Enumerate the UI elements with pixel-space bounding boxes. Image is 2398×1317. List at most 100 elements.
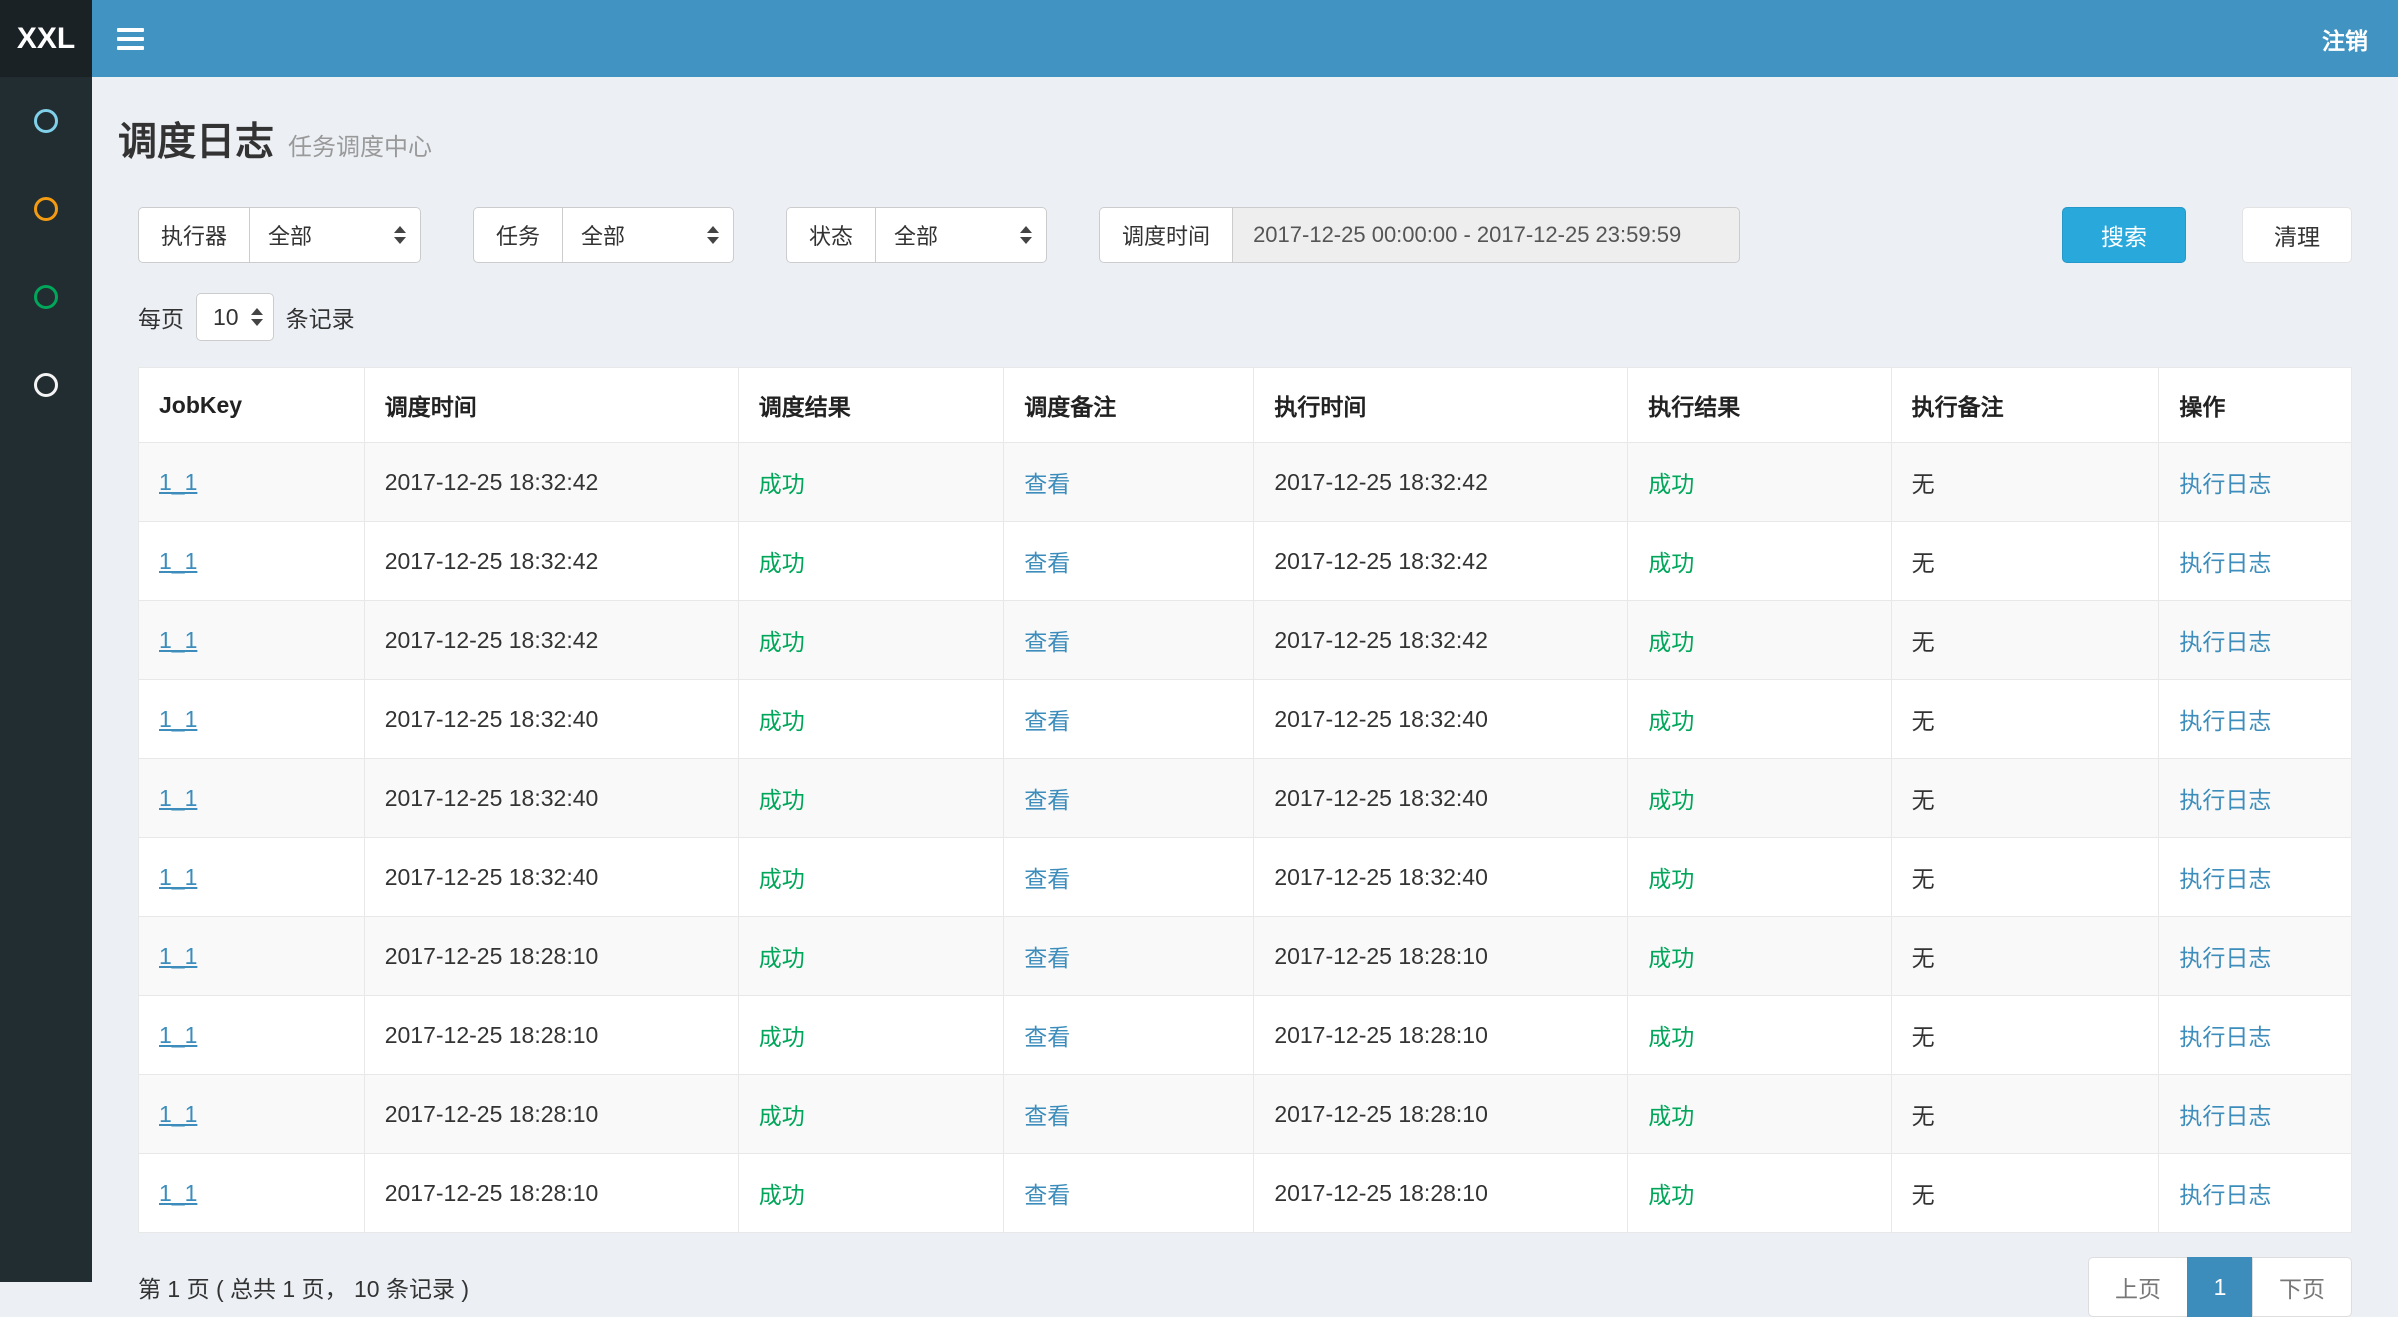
- trigger-msg-link[interactable]: 查看: [1024, 629, 1070, 655]
- next-page-button[interactable]: 下页: [2252, 1257, 2352, 1317]
- status-filter-select[interactable]: 全部: [875, 207, 1047, 263]
- sidebar-toggle-icon[interactable]: [92, 0, 168, 77]
- trigger-result-cell: 成功: [738, 522, 1004, 601]
- jobkey-link[interactable]: 1_1: [159, 469, 197, 495]
- handle-time-cell: 2017-12-25 18:28:10: [1254, 1075, 1628, 1154]
- hamburger-bar: [117, 28, 144, 32]
- trigger-result-cell: 成功: [738, 1154, 1004, 1233]
- handle-time-cell: 2017-12-25 18:32:40: [1254, 759, 1628, 838]
- trigger-time-cell: 2017-12-25 18:28:10: [364, 1154, 738, 1233]
- exec-log-link[interactable]: 执行日志: [2179, 471, 2271, 497]
- trigger-time-cell: 2017-12-25 18:28:10: [364, 996, 738, 1075]
- trigger-result-cell: 成功: [738, 996, 1004, 1075]
- trigger-msg-link[interactable]: 查看: [1024, 550, 1070, 576]
- trigger-time-filter-label: 调度时间: [1099, 207, 1232, 263]
- sidebar-item-job-manage[interactable]: [0, 165, 92, 253]
- handle-time-cell: 2017-12-25 18:32:42: [1254, 601, 1628, 680]
- exec-log-link[interactable]: 执行日志: [2179, 787, 2271, 813]
- handle-msg-cell: 无: [1891, 996, 2159, 1075]
- exec-log-link[interactable]: 执行日志: [2179, 1103, 2271, 1129]
- exec-log-link[interactable]: 执行日志: [2179, 945, 2271, 971]
- col-header-handle-msg: 执行备注: [1891, 368, 2159, 443]
- jobkey-link[interactable]: 1_1: [159, 1022, 197, 1048]
- table-row: 1_1 2017-12-25 18:28:10 成功 查看 2017-12-25…: [139, 996, 2352, 1075]
- exec-log-link[interactable]: 执行日志: [2179, 629, 2271, 655]
- page-size-select[interactable]: 10: [196, 293, 274, 341]
- sidebar-item-executor-manage[interactable]: [0, 341, 92, 429]
- table-row: 1_1 2017-12-25 18:32:40 成功 查看 2017-12-25…: [139, 838, 2352, 917]
- col-header-action: 操作: [2159, 368, 2352, 443]
- page-header: 调度日志 任务调度中心: [118, 111, 2352, 167]
- handle-time-cell: 2017-12-25 18:32:40: [1254, 680, 1628, 759]
- trigger-msg-link[interactable]: 查看: [1024, 708, 1070, 734]
- exec-log-link[interactable]: 执行日志: [2179, 708, 2271, 734]
- clear-button[interactable]: 清理: [2242, 207, 2352, 263]
- jobkey-link[interactable]: 1_1: [159, 864, 197, 890]
- exec-log-link[interactable]: 执行日志: [2179, 1182, 2271, 1208]
- app-logo[interactable]: XXL: [0, 0, 92, 77]
- table-row: 1_1 2017-12-25 18:28:10 成功 查看 2017-12-25…: [139, 1075, 2352, 1154]
- trigger-result-cell: 成功: [738, 680, 1004, 759]
- handle-time-cell: 2017-12-25 18:28:10: [1254, 917, 1628, 996]
- exec-log-link[interactable]: 执行日志: [2179, 550, 2271, 576]
- handle-result-cell: 成功: [1628, 1154, 1891, 1233]
- handle-result-cell: 成功: [1628, 1075, 1891, 1154]
- logout-link[interactable]: 注销: [2292, 0, 2398, 77]
- hamburger-bar: [117, 37, 144, 41]
- select-arrows-icon: [394, 226, 406, 244]
- page-subtitle: 任务调度中心: [288, 127, 432, 162]
- handle-msg-cell: 无: [1891, 917, 2159, 996]
- handle-result-cell: 成功: [1628, 917, 1891, 996]
- trigger-msg-link[interactable]: 查看: [1024, 787, 1070, 813]
- trigger-time-range-input[interactable]: 2017-12-25 00:00:00 - 2017-12-25 23:59:5…: [1232, 207, 1740, 263]
- page-1-button[interactable]: 1: [2187, 1257, 2253, 1317]
- handle-result-cell: 成功: [1628, 601, 1891, 680]
- top-navbar: XXL 注销: [0, 0, 2398, 77]
- handle-time-cell: 2017-12-25 18:32:42: [1254, 522, 1628, 601]
- jobkey-link[interactable]: 1_1: [159, 1180, 197, 1206]
- trigger-msg-link[interactable]: 查看: [1024, 1182, 1070, 1208]
- jobkey-link[interactable]: 1_1: [159, 548, 197, 574]
- status-filter-label: 状态: [786, 207, 875, 263]
- jobkey-link[interactable]: 1_1: [159, 943, 197, 969]
- exec-log-link[interactable]: 执行日志: [2179, 1024, 2271, 1050]
- jobkey-link[interactable]: 1_1: [159, 1101, 197, 1127]
- trigger-msg-link[interactable]: 查看: [1024, 1103, 1070, 1129]
- sidebar-item-dashboard[interactable]: [0, 77, 92, 165]
- trigger-time-cell: 2017-12-25 18:32:42: [364, 601, 738, 680]
- content-area: 调度日志 任务调度中心 执行器 全部 任务 全部 状态 全部 调度时: [92, 77, 2398, 1282]
- circle-icon: [34, 373, 58, 397]
- trigger-msg-link[interactable]: 查看: [1024, 471, 1070, 497]
- trigger-msg-link[interactable]: 查看: [1024, 1024, 1070, 1050]
- executor-filter-label: 执行器: [138, 207, 249, 263]
- table-row: 1_1 2017-12-25 18:32:40 成功 查看 2017-12-25…: [139, 680, 2352, 759]
- trigger-msg-link[interactable]: 查看: [1024, 866, 1070, 892]
- jobkey-link[interactable]: 1_1: [159, 785, 197, 811]
- jobkey-link[interactable]: 1_1: [159, 706, 197, 732]
- col-header-handle-time: 执行时间: [1254, 368, 1628, 443]
- page-size-prefix: 每页: [138, 300, 184, 334]
- page-size-suffix: 条记录: [286, 300, 355, 334]
- select-arrows-icon: [251, 308, 263, 326]
- circle-icon: [34, 197, 58, 221]
- trigger-time-cell: 2017-12-25 18:28:10: [364, 917, 738, 996]
- handle-msg-cell: 无: [1891, 443, 2159, 522]
- table-row: 1_1 2017-12-25 18:32:40 成功 查看 2017-12-25…: [139, 759, 2352, 838]
- executor-filter-select[interactable]: 全部: [249, 207, 421, 263]
- exec-log-link[interactable]: 执行日志: [2179, 866, 2271, 892]
- trigger-msg-link[interactable]: 查看: [1024, 945, 1070, 971]
- filter-bar: 执行器 全部 任务 全部 状态 全部 调度时间 2017-12-25 00:00…: [138, 207, 2352, 263]
- job-filter-select[interactable]: 全部: [562, 207, 734, 263]
- trigger-result-cell: 成功: [738, 443, 1004, 522]
- sidebar-item-job-log[interactable]: [0, 253, 92, 341]
- handle-time-cell: 2017-12-25 18:28:10: [1254, 996, 1628, 1075]
- status-filter-group: 状态 全部: [786, 207, 1047, 263]
- handle-msg-cell: 无: [1891, 601, 2159, 680]
- jobkey-link[interactable]: 1_1: [159, 627, 197, 653]
- handle-time-cell: 2017-12-25 18:32:40: [1254, 838, 1628, 917]
- handle-result-cell: 成功: [1628, 522, 1891, 601]
- prev-page-button[interactable]: 上页: [2088, 1257, 2188, 1317]
- handle-result-cell: 成功: [1628, 759, 1891, 838]
- search-button[interactable]: 搜索: [2062, 207, 2186, 263]
- trigger-result-cell: 成功: [738, 838, 1004, 917]
